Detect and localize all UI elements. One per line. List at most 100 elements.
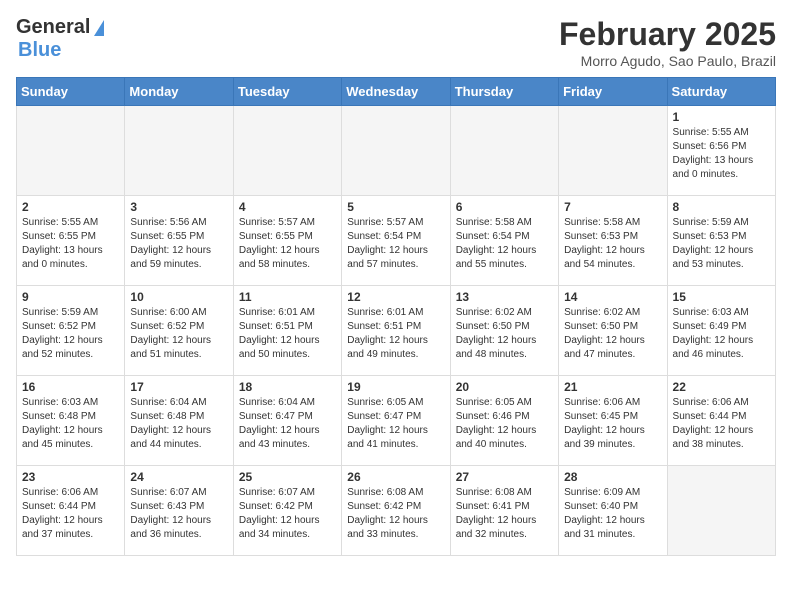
day-detail: Sunrise: 6:06 AM Sunset: 6:44 PM Dayligh… — [22, 486, 119, 542]
day-detail: Sunrise: 6:05 AM Sunset: 6:47 PM Dayligh… — [347, 396, 444, 452]
day-detail: Sunrise: 6:02 AM Sunset: 6:50 PM Dayligh… — [456, 306, 553, 362]
calendar-cell: 28Sunrise: 6:09 AM Sunset: 6:40 PM Dayli… — [559, 466, 667, 556]
day-detail: Sunrise: 5:57 AM Sunset: 6:55 PM Dayligh… — [239, 216, 336, 272]
day-number: 2 — [22, 200, 119, 214]
day-number: 9 — [22, 290, 119, 304]
logo-triangle-icon — [94, 20, 104, 36]
day-detail: Sunrise: 5:57 AM Sunset: 6:54 PM Dayligh… — [347, 216, 444, 272]
calendar-cell: 7Sunrise: 5:58 AM Sunset: 6:53 PM Daylig… — [559, 196, 667, 286]
day-number: 11 — [239, 290, 336, 304]
month-title: February 2025 — [559, 16, 776, 53]
calendar-cell: 27 Sunrise: 6:08 AM Sunset: 6:41 PM Dayli… — [450, 466, 558, 556]
day-detail: Sunrise: 6:07 AM Sunset: 6:42 PM Dayligh… — [239, 486, 336, 542]
weekday-header-friday: Friday — [559, 78, 667, 106]
day-number: 27 — [456, 470, 553, 484]
week-row-2: 2Sunrise: 5:55 AM Sunset: 6:55 PM Daylig… — [17, 196, 776, 286]
day-detail: Sunrise: 6:07 AM Sunset: 6:43 PM Dayligh… — [130, 486, 227, 542]
weekday-header-sunday: Sunday — [17, 78, 125, 106]
day-detail: Sunrise: 5:55 AM Sunset: 6:56 PM Dayligh… — [673, 126, 770, 182]
calendar-header: SundayMondayTuesdayWednesdayThursdayFrid… — [17, 78, 776, 106]
day-number: 3 — [130, 200, 227, 214]
day-detail: Sunrise: 5:58 AM Sunset: 6:53 PM Dayligh… — [564, 216, 661, 272]
day-number: 5 — [347, 200, 444, 214]
day-detail: Sunrise: 6:06 AM Sunset: 6:45 PM Dayligh… — [564, 396, 661, 452]
calendar-cell: 19 Sunrise: 6:05 AM Sunset: 6:47 PM Dayli… — [342, 376, 450, 466]
day-detail: Sunrise: 6:04 AM Sunset: 6:47 PM Dayligh… — [239, 396, 336, 452]
day-number: 28 — [564, 470, 661, 484]
calendar-cell: 3 Sunrise: 5:56 AM Sunset: 6:55 PM Daylig… — [125, 196, 233, 286]
day-number: 25 — [239, 470, 336, 484]
logo-blue-text: Blue — [18, 39, 61, 61]
logo-general-text: General — [16, 16, 90, 39]
day-number: 26 — [347, 470, 444, 484]
calendar-cell: 24 Sunrise: 6:07 AM Sunset: 6:43 PM Dayli… — [125, 466, 233, 556]
calendar-cell: 10 Sunrise: 6:00 AM Sunset: 6:52 PM Dayli… — [125, 286, 233, 376]
weekday-header-wednesday: Wednesday — [342, 78, 450, 106]
calendar-cell: 8 Sunrise: 5:59 AM Sunset: 6:53 PM Daylig… — [667, 196, 775, 286]
calendar-cell: 1 Sunrise: 5:55 AM Sunset: 6:56 PM Daylig… — [667, 106, 775, 196]
day-number: 16 — [22, 380, 119, 394]
day-number: 17 — [130, 380, 227, 394]
calendar-cell: 13 Sunrise: 6:02 AM Sunset: 6:50 PM Dayli… — [450, 286, 558, 376]
calendar-cell — [17, 106, 125, 196]
title-block: February 2025 Morro Agudo, Sao Paulo, Br… — [559, 16, 776, 69]
calendar-cell — [125, 106, 233, 196]
calendar-cell: 5 Sunrise: 5:57 AM Sunset: 6:54 PM Daylig… — [342, 196, 450, 286]
calendar-cell: 23 Sunrise: 6:06 AM Sunset: 6:44 PM Dayli… — [17, 466, 125, 556]
weekday-header-tuesday: Tuesday — [233, 78, 341, 106]
weekday-header-thursday: Thursday — [450, 78, 558, 106]
day-number: 15 — [673, 290, 770, 304]
day-detail: Sunrise: 5:56 AM Sunset: 6:55 PM Dayligh… — [130, 216, 227, 272]
day-number: 10 — [130, 290, 227, 304]
day-number: 23 — [22, 470, 119, 484]
weekday-header-saturday: Saturday — [667, 78, 775, 106]
day-number: 21 — [564, 380, 661, 394]
calendar-cell: 14Sunrise: 6:02 AM Sunset: 6:50 PM Dayli… — [559, 286, 667, 376]
calendar-cell — [667, 466, 775, 556]
calendar-cell: 16 Sunrise: 6:03 AM Sunset: 6:48 PM Dayli… — [17, 376, 125, 466]
day-detail: Sunrise: 6:01 AM Sunset: 6:51 PM Dayligh… — [347, 306, 444, 362]
day-number: 8 — [673, 200, 770, 214]
day-number: 1 — [673, 110, 770, 124]
day-detail: Sunrise: 6:08 AM Sunset: 6:42 PM Dayligh… — [347, 486, 444, 542]
day-number: 13 — [456, 290, 553, 304]
day-number: 24 — [130, 470, 227, 484]
calendar-body: 1 Sunrise: 5:55 AM Sunset: 6:56 PM Daylig… — [17, 106, 776, 556]
day-detail: Sunrise: 5:58 AM Sunset: 6:54 PM Dayligh… — [456, 216, 553, 272]
day-detail: Sunrise: 6:01 AM Sunset: 6:51 PM Dayligh… — [239, 306, 336, 362]
day-detail: Sunrise: 6:02 AM Sunset: 6:50 PM Dayligh… — [564, 306, 661, 362]
day-number: 12 — [347, 290, 444, 304]
location: Morro Agudo, Sao Paulo, Brazil — [559, 53, 776, 69]
page-header: General Blue February 2025 Morro Agudo, … — [16, 16, 776, 69]
calendar-cell — [342, 106, 450, 196]
calendar-cell: 17Sunrise: 6:04 AM Sunset: 6:48 PM Dayli… — [125, 376, 233, 466]
calendar-table: SundayMondayTuesdayWednesdayThursdayFrid… — [16, 77, 776, 556]
calendar-cell: 22Sunrise: 6:06 AM Sunset: 6:44 PM Dayli… — [667, 376, 775, 466]
calendar-cell: 21 Sunrise: 6:06 AM Sunset: 6:45 PM Dayli… — [559, 376, 667, 466]
calendar-cell — [450, 106, 558, 196]
calendar-cell: 2Sunrise: 5:55 AM Sunset: 6:55 PM Daylig… — [17, 196, 125, 286]
day-detail: Sunrise: 6:05 AM Sunset: 6:46 PM Dayligh… — [456, 396, 553, 452]
calendar-cell: 26 Sunrise: 6:08 AM Sunset: 6:42 PM Dayli… — [342, 466, 450, 556]
week-row-1: 1 Sunrise: 5:55 AM Sunset: 6:56 PM Daylig… — [17, 106, 776, 196]
calendar-cell: 12 Sunrise: 6:01 AM Sunset: 6:51 PM Dayli… — [342, 286, 450, 376]
day-detail: Sunrise: 5:59 AM Sunset: 6:53 PM Dayligh… — [673, 216, 770, 272]
day-detail: Sunrise: 5:59 AM Sunset: 6:52 PM Dayligh… — [22, 306, 119, 362]
logo: General Blue — [16, 16, 104, 62]
day-detail: Sunrise: 6:00 AM Sunset: 6:52 PM Dayligh… — [130, 306, 227, 362]
day-detail: Sunrise: 6:03 AM Sunset: 6:48 PM Dayligh… — [22, 396, 119, 452]
calendar-cell: 15 Sunrise: 6:03 AM Sunset: 6:49 PM Dayli… — [667, 286, 775, 376]
day-number: 6 — [456, 200, 553, 214]
day-detail: Sunrise: 6:03 AM Sunset: 6:49 PM Dayligh… — [673, 306, 770, 362]
day-detail: Sunrise: 6:06 AM Sunset: 6:44 PM Dayligh… — [673, 396, 770, 452]
weekday-header-monday: Monday — [125, 78, 233, 106]
weekday-row: SundayMondayTuesdayWednesdayThursdayFrid… — [17, 78, 776, 106]
calendar-cell: 11 Sunrise: 6:01 AM Sunset: 6:51 PM Dayli… — [233, 286, 341, 376]
week-row-5: 23 Sunrise: 6:06 AM Sunset: 6:44 PM Dayli… — [17, 466, 776, 556]
week-row-4: 16 Sunrise: 6:03 AM Sunset: 6:48 PM Dayli… — [17, 376, 776, 466]
calendar-cell — [233, 106, 341, 196]
calendar-cell: 25 Sunrise: 6:07 AM Sunset: 6:42 PM Dayli… — [233, 466, 341, 556]
day-number: 19 — [347, 380, 444, 394]
calendar-cell: 4Sunrise: 5:57 AM Sunset: 6:55 PM Daylig… — [233, 196, 341, 286]
day-detail: Sunrise: 6:08 AM Sunset: 6:41 PM Dayligh… — [456, 486, 553, 542]
